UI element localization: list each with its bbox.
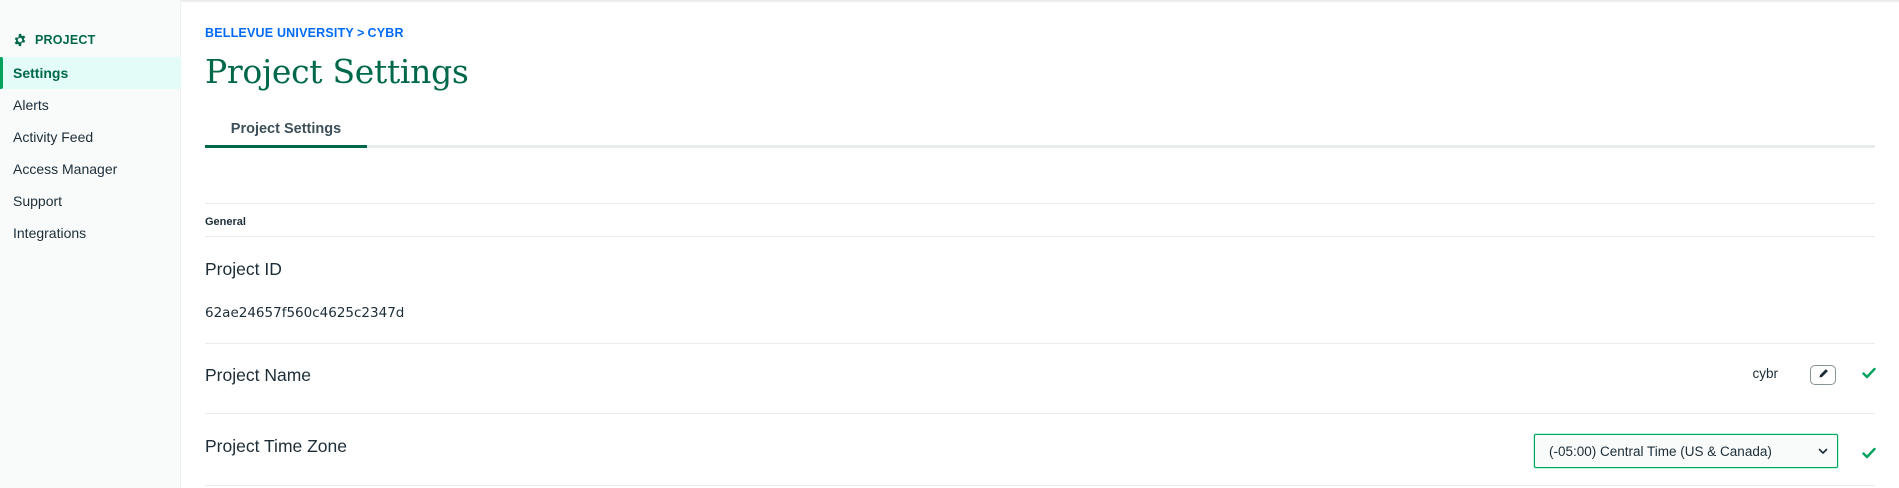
- edit-project-name-button[interactable]: [1810, 365, 1836, 385]
- project-id-value: 62ae24657f560c4625c2347d: [205, 305, 405, 321]
- pencil-icon: [1818, 366, 1829, 384]
- project-id-label: Project ID: [205, 259, 282, 279]
- sidebar-item-activity-feed[interactable]: Activity Feed: [0, 121, 181, 153]
- row-divider: [205, 485, 1875, 486]
- tab-bar: Project Settings: [205, 116, 1875, 148]
- gear-icon: [13, 33, 27, 47]
- sidebar-item-support[interactable]: Support: [0, 185, 181, 217]
- sidebar: PROJECT Settings Alerts Activity Feed Ac…: [0, 0, 181, 488]
- breadcrumb: BELLEVUE UNIVERSITY > CYBR: [205, 26, 404, 40]
- breadcrumb-org-link[interactable]: BELLEVUE UNIVERSITY: [205, 26, 354, 40]
- time-zone-selected-value: (-05:00) Central Time (US & Canada): [1549, 443, 1772, 459]
- sidebar-header-label: PROJECT: [35, 33, 96, 47]
- breadcrumb-project-link[interactable]: CYBR: [367, 26, 403, 40]
- project-name-value: cybr: [1752, 366, 1778, 381]
- chevron-down-icon: [1817, 445, 1829, 460]
- tab-project-settings[interactable]: Project Settings: [205, 116, 367, 148]
- row-divider: [205, 343, 1875, 344]
- project-name-label: Project Name: [205, 365, 312, 385]
- sidebar-nav: Settings Alerts Activity Feed Access Man…: [0, 57, 181, 249]
- sidebar-header: PROJECT: [13, 33, 95, 47]
- sidebar-item-settings[interactable]: Settings: [0, 57, 181, 89]
- page-title: Project Settings: [205, 52, 469, 91]
- time-zone-select[interactable]: (-05:00) Central Time (US & Canada): [1534, 434, 1838, 468]
- sidebar-item-alerts[interactable]: Alerts: [0, 89, 181, 121]
- section-label-general: General: [205, 216, 246, 228]
- checkmark-icon: [1862, 366, 1876, 384]
- row-divider: [205, 413, 1875, 414]
- sidebar-item-integrations[interactable]: Integrations: [0, 217, 181, 249]
- project-time-zone-label: Project Time Zone: [205, 436, 347, 456]
- sidebar-item-access-manager[interactable]: Access Manager: [0, 153, 181, 185]
- checkmark-icon: [1862, 446, 1876, 464]
- section-divider: [205, 203, 1875, 204]
- main-content: BELLEVUE UNIVERSITY > CYBR Project Setting…: [205, 0, 1876, 488]
- section-divider: [205, 236, 1875, 237]
- breadcrumb-separator: >: [356, 26, 365, 40]
